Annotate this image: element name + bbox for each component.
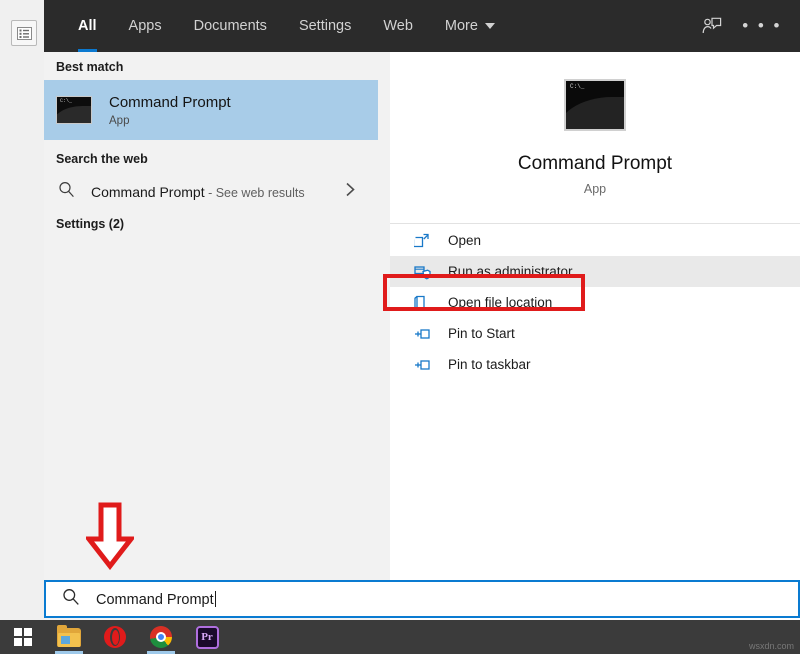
search-icon bbox=[58, 181, 75, 203]
taskbar-chrome[interactable] bbox=[138, 620, 184, 654]
action-pin-to-start-label: Pin to Start bbox=[448, 326, 515, 341]
search-icon bbox=[62, 588, 80, 611]
tab-more-label: More bbox=[445, 18, 478, 34]
chevron-right-icon[interactable] bbox=[345, 182, 356, 203]
action-pin-to-taskbar-label: Pin to taskbar bbox=[448, 357, 531, 372]
tab-all[interactable]: All bbox=[62, 0, 113, 52]
preview-subtitle: App bbox=[584, 182, 606, 196]
tab-apps[interactable]: Apps bbox=[113, 0, 178, 52]
action-open-file-location-label: Open file location bbox=[448, 295, 552, 310]
preview-title: Command Prompt bbox=[518, 153, 672, 175]
screen: All Apps Documents Settings Web More bbox=[0, 0, 800, 654]
folder-location-icon bbox=[414, 295, 436, 311]
taskbar-premiere-pro[interactable]: Pr bbox=[184, 620, 230, 654]
chrome-icon bbox=[150, 626, 172, 648]
pin-icon bbox=[414, 327, 436, 341]
start-button[interactable] bbox=[0, 620, 46, 654]
action-run-as-administrator-label: Run as administrator bbox=[448, 264, 573, 279]
watermark: wsxdn.com bbox=[749, 641, 794, 651]
tab-settings[interactable]: Settings bbox=[283, 0, 367, 52]
search-flyout: All Apps Documents Settings Web More bbox=[44, 0, 800, 620]
tab-all-label: All bbox=[78, 18, 97, 34]
action-pin-to-taskbar[interactable]: Pin to taskbar bbox=[390, 349, 800, 380]
shield-admin-icon bbox=[414, 264, 436, 280]
app-preview: C:\_ Command Prompt App bbox=[390, 52, 800, 224]
list-menu-icon[interactable] bbox=[11, 20, 37, 46]
search-input-value: Command Prompt bbox=[96, 592, 214, 608]
search-filter-header: All Apps Documents Settings Web More bbox=[44, 0, 800, 52]
premiere-pro-icon: Pr bbox=[196, 626, 219, 649]
web-result-row[interactable]: Command Prompt - See web results bbox=[44, 174, 378, 210]
taskbar-opera[interactable] bbox=[92, 620, 138, 654]
command-prompt-icon: C:\_ bbox=[56, 96, 92, 124]
tab-documents[interactable]: Documents bbox=[178, 0, 283, 52]
best-match-heading: Best match bbox=[44, 60, 123, 74]
search-web-heading: Search the web bbox=[44, 152, 148, 166]
feedback-person-icon[interactable] bbox=[702, 17, 722, 35]
pin-icon bbox=[414, 358, 436, 372]
action-pin-to-start[interactable]: Pin to Start bbox=[390, 318, 800, 349]
tab-apps-label: Apps bbox=[129, 18, 162, 34]
overflow-menu-icon[interactable]: • • • bbox=[742, 16, 788, 36]
results-area: Best match C:\_ Command Prompt App Searc… bbox=[44, 52, 800, 620]
settings-heading: Settings (2) bbox=[44, 217, 124, 231]
annotation-down-arrow bbox=[86, 502, 134, 575]
filter-tabs: All Apps Documents Settings Web More bbox=[44, 0, 511, 52]
command-prompt-icon: C:\_ bbox=[564, 79, 626, 131]
app-actions: Open Run as administrator bbox=[390, 225, 800, 380]
best-match-subtitle: App bbox=[109, 115, 231, 127]
opera-icon bbox=[104, 626, 126, 648]
web-result-suffix: - See web results bbox=[205, 186, 305, 200]
text-cursor bbox=[215, 591, 216, 607]
windows-logo-icon bbox=[14, 628, 32, 646]
best-match-result[interactable]: C:\_ Command Prompt App bbox=[44, 80, 378, 140]
action-open[interactable]: Open bbox=[390, 225, 800, 256]
file-explorer-icon bbox=[57, 628, 81, 647]
taskbar: Pr wsxdn.com bbox=[0, 620, 800, 654]
search-input[interactable]: Command Prompt bbox=[44, 580, 800, 618]
chevron-down-icon bbox=[485, 23, 495, 29]
open-external-icon bbox=[414, 233, 436, 249]
tab-web[interactable]: Web bbox=[367, 0, 429, 52]
taskbar-file-explorer[interactable] bbox=[46, 620, 92, 654]
tab-more[interactable]: More bbox=[429, 0, 511, 52]
header-actions: • • • bbox=[702, 0, 788, 52]
action-open-label: Open bbox=[448, 233, 481, 248]
best-match-title: Command Prompt bbox=[109, 94, 231, 111]
web-result-query: Command Prompt bbox=[91, 184, 205, 200]
tab-documents-label: Documents bbox=[194, 18, 267, 34]
action-run-as-administrator[interactable]: Run as administrator bbox=[390, 256, 800, 287]
action-open-file-location[interactable]: Open file location bbox=[390, 287, 800, 318]
tab-settings-label: Settings bbox=[299, 18, 351, 34]
detail-pane: C:\_ Command Prompt App bbox=[390, 52, 800, 620]
tab-web-label: Web bbox=[383, 18, 413, 34]
